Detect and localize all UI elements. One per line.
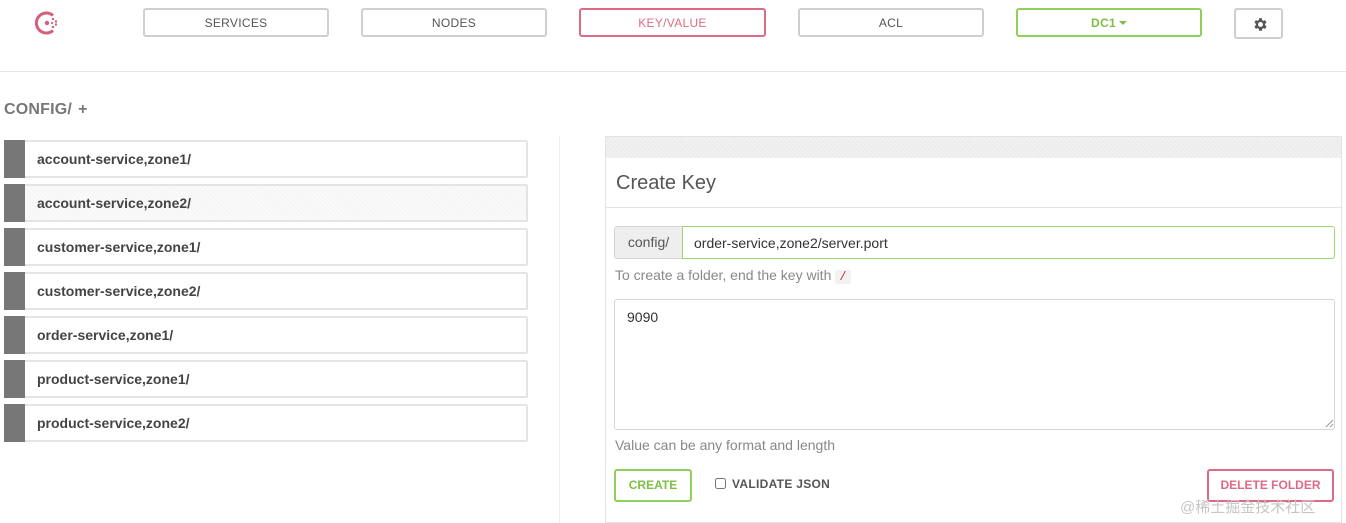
folder-row[interactable]: account-service,zone2/	[4, 184, 528, 222]
folder-marker	[4, 360, 25, 398]
folder-name: product-service,zone2/	[37, 415, 190, 431]
breadcrumb: CONFIG/ +	[4, 101, 88, 119]
consul-logo-icon[interactable]	[33, 9, 63, 37]
folder-marker	[4, 228, 25, 266]
folder-row[interactable]: customer-service,zone2/	[4, 272, 528, 310]
panel-header-strip	[606, 137, 1341, 158]
folder-name: order-service,zone1/	[37, 327, 174, 343]
nav-key-value-button[interactable]: KEY/VALUE	[579, 8, 766, 37]
folder-name: customer-service,zone1/	[37, 239, 201, 255]
create-key-panel: Create Key config/ To create a folder, e…	[605, 136, 1342, 523]
validate-json-label: VALIDATE JSON	[732, 477, 831, 491]
folder-marker	[4, 140, 25, 178]
add-key-button[interactable]: +	[78, 101, 88, 118]
nav-acl-button[interactable]: ACL	[798, 8, 984, 37]
value-help-text: Value can be any format and length	[615, 437, 836, 453]
folder-name: account-service,zone1/	[37, 151, 192, 167]
folder-row[interactable]: customer-service,zone1/	[4, 228, 528, 266]
panel-title: Create Key	[606, 158, 1341, 208]
folder-row[interactable]: account-service,zone1/	[4, 140, 528, 178]
folder-help-text: To create a folder, end the key with /	[615, 267, 851, 284]
folder-name: customer-service,zone2/	[37, 283, 201, 299]
column-divider	[559, 136, 560, 523]
folder-list: account-service,zone1/ account-service,z…	[4, 140, 528, 448]
folder-help-label: To create a folder, end the key with	[615, 267, 832, 283]
value-textarea[interactable]: 9090	[614, 299, 1335, 430]
nav-services-button[interactable]: SERVICES	[143, 8, 329, 37]
folder-row[interactable]: order-service,zone1/	[4, 316, 528, 354]
datacenter-label: DC1	[1091, 16, 1116, 30]
folder-help-code: /	[835, 270, 851, 284]
resize-grip-icon[interactable]	[1324, 418, 1334, 428]
caret-down-icon	[1118, 20, 1127, 25]
key-input-group: config/	[614, 226, 1335, 259]
key-input[interactable]	[682, 226, 1335, 259]
watermark: @稀土掘金技术社区	[1180, 499, 1316, 516]
folder-row[interactable]: product-service,zone2/	[4, 404, 528, 442]
key-prefix: config/	[614, 226, 682, 259]
validate-json-option[interactable]: VALIDATE JSON	[715, 477, 830, 491]
folder-name: product-service,zone1/	[37, 371, 190, 387]
settings-button[interactable]	[1234, 8, 1283, 39]
top-nav: SERVICES NODES KEY/VALUE ACL DC1	[0, 0, 1346, 72]
folder-row[interactable]: product-service,zone1/	[4, 360, 528, 398]
folder-marker	[4, 316, 25, 354]
folder-marker	[4, 184, 25, 222]
folder-name: account-service,zone2/	[37, 195, 192, 211]
validate-json-checkbox[interactable]	[715, 478, 726, 489]
folder-marker	[4, 404, 25, 442]
breadcrumb-path[interactable]: CONFIG/	[4, 101, 72, 118]
folder-marker	[4, 272, 25, 310]
nav-nodes-button[interactable]: NODES	[361, 8, 547, 37]
create-button[interactable]: CREATE	[614, 469, 692, 502]
datacenter-dropdown[interactable]: DC1	[1016, 8, 1202, 37]
gear-icon	[1254, 18, 1267, 31]
